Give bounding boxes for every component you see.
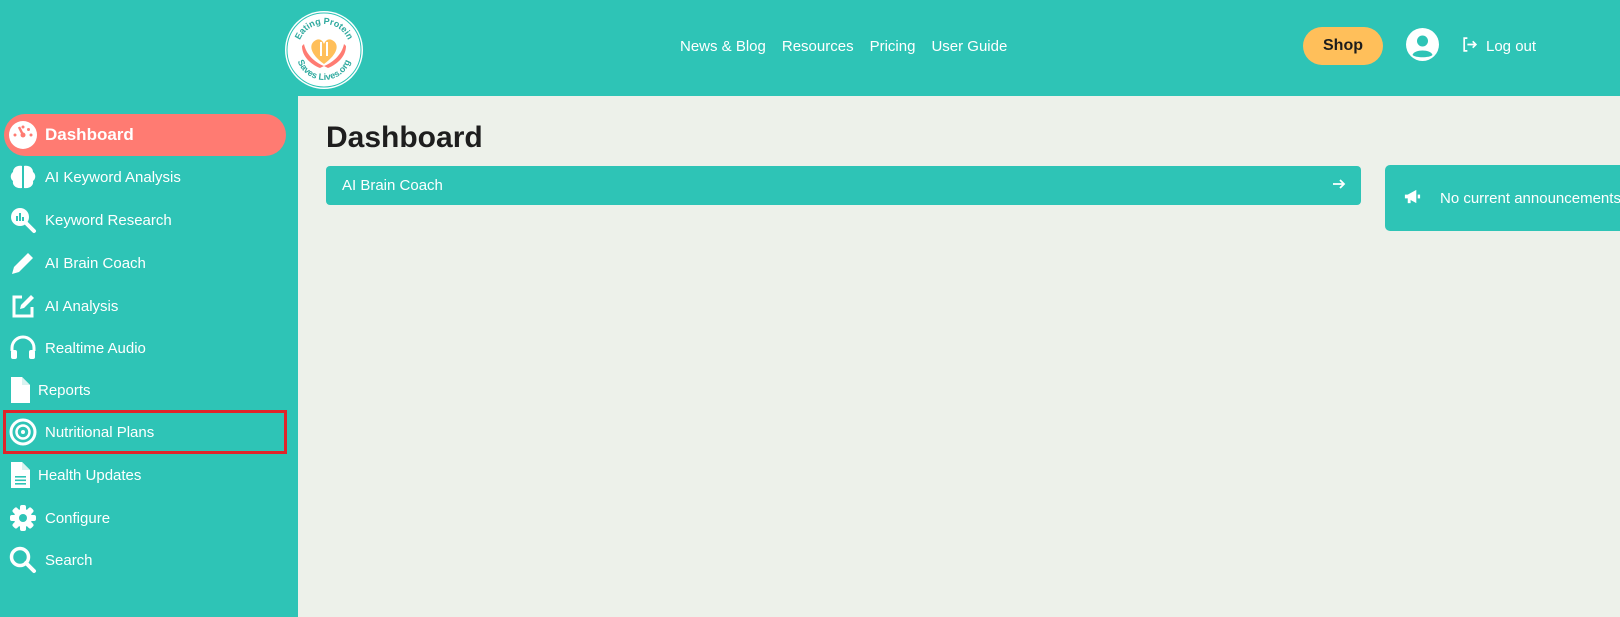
logout-label: Log out: [1486, 37, 1537, 55]
magnifier-chart-icon: [8, 205, 38, 235]
sidebar-item-label: Keyword Research: [45, 211, 172, 229]
gauge-icon: [8, 120, 38, 150]
sidebar-item-nutritional-plans[interactable]: Nutritional Plans: [3, 410, 287, 454]
sidebar-item-label: AI Analysis: [45, 297, 119, 315]
logout-link[interactable]: Log out: [1461, 36, 1536, 56]
announcement-text: No current announcements: [1440, 189, 1620, 207]
pencil-icon: [8, 248, 38, 278]
sidebar-item-realtime-audio[interactable]: Realtime Audio: [4, 327, 286, 369]
sidebar-item-label: AI Brain Coach: [45, 254, 146, 272]
sidebar-item-search[interactable]: Search: [4, 539, 286, 581]
file-icon: [8, 375, 32, 405]
headphones-icon: [8, 333, 38, 363]
top-header: Eating Protein Saves Lives.org News & Bl…: [0, 0, 1620, 96]
sidebar-item-keyword-research[interactable]: Keyword Research: [4, 199, 286, 241]
sidebar-item-ai-keyword-analysis[interactable]: AI Keyword Analysis: [4, 156, 286, 198]
edit-square-icon: [8, 291, 38, 321]
target-icon: [8, 417, 38, 447]
sidebar-item-ai-analysis[interactable]: AI Analysis: [4, 285, 286, 327]
shop-button[interactable]: Shop: [1303, 27, 1383, 65]
sidebar-item-label: Health Updates: [38, 466, 142, 484]
sidebar-item-label: AI Keyword Analysis: [45, 168, 181, 186]
top-nav: News & Blog Resources Pricing User Guide: [680, 36, 1007, 56]
page-title: Dashboard: [326, 121, 483, 154]
announcement-panel: No current announcements: [1385, 165, 1620, 231]
site-logo[interactable]: Eating Protein Saves Lives.org: [284, 10, 364, 90]
sidebar-item-health-updates[interactable]: Health Updates: [4, 454, 286, 496]
sidebar-item-ai-brain-coach[interactable]: AI Brain Coach: [4, 242, 286, 284]
sidebar-item-label: Nutritional Plans: [45, 423, 155, 441]
ai-brain-coach-label: AI Brain Coach: [342, 177, 443, 194]
user-avatar-icon[interactable]: [1406, 28, 1439, 61]
sidebar-item-reports[interactable]: Reports: [4, 369, 286, 411]
sidebar-item-label: Reports: [38, 381, 91, 399]
nav-news-blog[interactable]: News & Blog: [680, 38, 766, 55]
nav-user-guide[interactable]: User Guide: [931, 38, 1007, 55]
arrow-right-icon: [1331, 176, 1347, 196]
sidebar-item-label: Realtime Audio: [45, 339, 146, 357]
nav-pricing[interactable]: Pricing: [870, 38, 916, 55]
main-content: Dashboard AI Brain Coach No current anno…: [298, 96, 1620, 617]
sidebar-item-dashboard[interactable]: Dashboard: [4, 114, 286, 156]
ai-brain-coach-card[interactable]: AI Brain Coach: [326, 166, 1361, 205]
sidebar-item-label: Search: [45, 551, 93, 569]
brain-icon: [8, 162, 38, 192]
sidebar: Dashboard AI Keyword Analysis Keyword Re…: [0, 96, 298, 617]
gear-icon: [8, 503, 38, 533]
search-icon: [8, 545, 38, 575]
file-lines-icon: [8, 460, 32, 490]
nav-resources[interactable]: Resources: [782, 38, 854, 55]
sidebar-item-label: Dashboard: [45, 125, 134, 144]
megaphone-icon: [1403, 187, 1422, 210]
sidebar-item-configure[interactable]: Configure: [4, 497, 286, 539]
sidebar-item-label: Configure: [45, 509, 111, 527]
logout-icon: [1461, 36, 1478, 57]
